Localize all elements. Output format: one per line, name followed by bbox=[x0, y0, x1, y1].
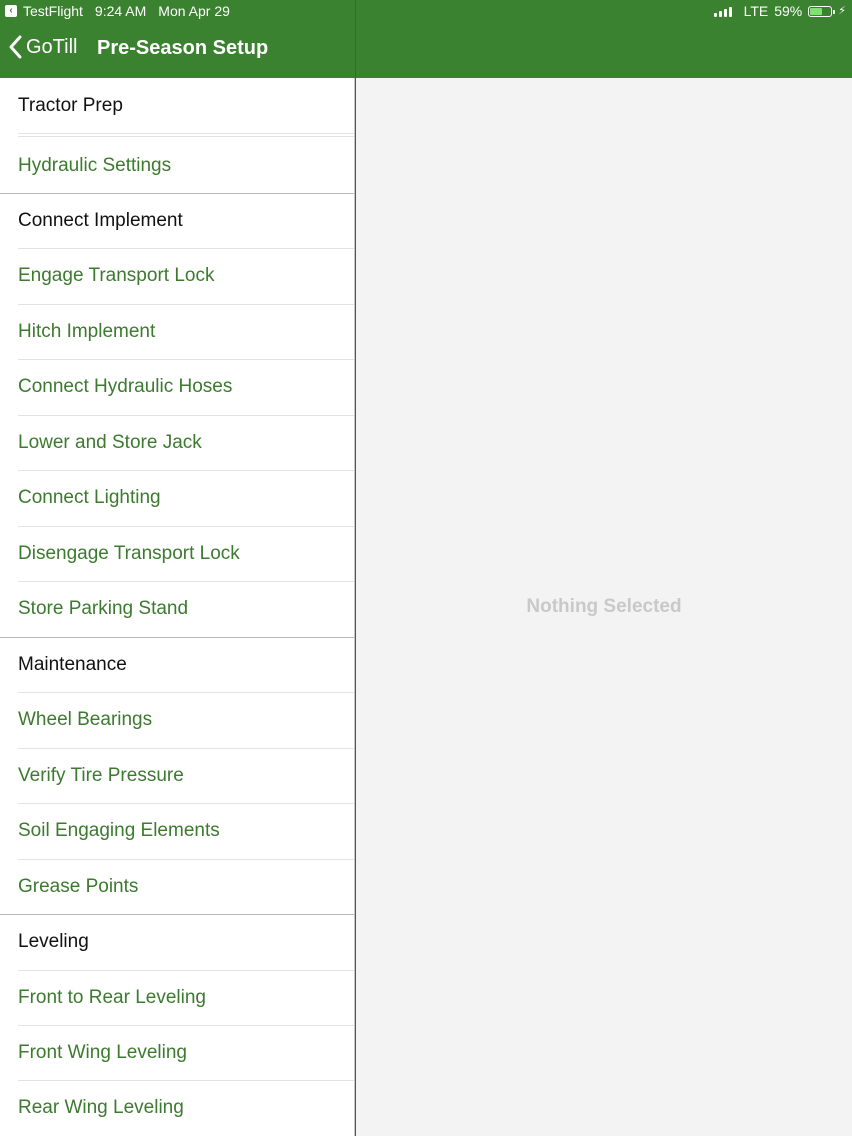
row-separator bbox=[18, 136, 354, 137]
list-item[interactable]: Hydraulic Settings bbox=[0, 138, 354, 193]
list-item[interactable]: Hitch Implement bbox=[0, 304, 354, 359]
list-item[interactable]: Front Wing Leveling bbox=[0, 1025, 354, 1080]
sidebar-list: Tractor Prep Hydraulic Settings Connect Im… bbox=[0, 78, 355, 1136]
list-item-label: Connect Lighting bbox=[18, 487, 161, 508]
detail-empty-message: Nothing Selected bbox=[526, 596, 682, 617]
section-header-label: Tractor Prep bbox=[18, 95, 123, 116]
network-label: LTE bbox=[743, 3, 769, 19]
list-item[interactable]: Disengage Transport Lock bbox=[0, 526, 354, 581]
navigation-bar: ‹ TestFlight 9:24 AM Mon Apr 29 LTE 59% … bbox=[0, 0, 852, 78]
list-item[interactable]: Connect Hydraulic Hoses bbox=[0, 359, 354, 415]
list-item[interactable]: Grease Points bbox=[0, 859, 354, 914]
split-divider bbox=[355, 0, 356, 1136]
list-item-label: Verify Tire Pressure bbox=[18, 765, 184, 786]
list-item[interactable]: Front to Rear Leveling bbox=[0, 970, 354, 1025]
list-item-label: Grease Points bbox=[18, 876, 139, 897]
back-button[interactable]: GoTill bbox=[8, 35, 77, 59]
section-header-label: Connect Implement bbox=[18, 210, 183, 231]
list-item-label: Front Wing Leveling bbox=[18, 1042, 187, 1063]
list-item[interactable]: Soil Engaging Elements bbox=[0, 803, 354, 859]
list-item[interactable]: Rear Wing Leveling bbox=[0, 1080, 354, 1136]
page-title: Pre-Season Setup bbox=[97, 37, 269, 59]
list-item-label: Engage Transport Lock bbox=[18, 265, 215, 286]
list-item-label: Store Parking Stand bbox=[18, 598, 189, 619]
list-item-label: Connect Hydraulic Hoses bbox=[18, 376, 233, 397]
status-app-name[interactable]: TestFlight bbox=[23, 0, 83, 22]
section-header-label: Leveling bbox=[18, 931, 89, 952]
list-item[interactable]: Engage Transport Lock bbox=[0, 248, 354, 304]
back-button-label: GoTill bbox=[26, 35, 78, 58]
list-item[interactable]: Store Parking Stand bbox=[0, 581, 354, 637]
section-header: Connect Implement bbox=[0, 193, 354, 248]
status-time: 9:24 AM bbox=[94, 3, 147, 19]
chevron-left-icon bbox=[9, 35, 22, 59]
back-to-app-icon[interactable]: ‹ bbox=[5, 5, 17, 17]
section-header: Maintenance bbox=[0, 637, 354, 692]
section-header: Leveling bbox=[0, 914, 354, 970]
list-item-label: Lower and Store Jack bbox=[18, 432, 202, 453]
list-item-label: Soil Engaging Elements bbox=[18, 820, 220, 841]
section-header: Tractor Prep bbox=[0, 78, 354, 133]
status-bar: ‹ TestFlight 9:24 AM Mon Apr 29 LTE 59% … bbox=[0, 0, 852, 22]
battery-percent: 59% bbox=[774, 3, 803, 19]
battery-icon bbox=[808, 5, 836, 17]
list-item-label: Hitch Implement bbox=[18, 321, 156, 342]
status-date: Mon Apr 29 bbox=[158, 3, 230, 19]
list-item-label: Front to Rear Leveling bbox=[18, 987, 206, 1008]
section-header-label: Maintenance bbox=[18, 654, 127, 675]
list-item[interactable]: Verify Tire Pressure bbox=[0, 748, 354, 803]
signal-icon bbox=[713, 5, 732, 17]
list-item[interactable]: Wheel Bearings bbox=[0, 692, 354, 748]
list-item[interactable]: Lower and Store Jack bbox=[0, 415, 354, 470]
list-item-label: Disengage Transport Lock bbox=[18, 543, 240, 564]
list-item[interactable]: Connect Lighting bbox=[0, 470, 354, 526]
charging-icon: ⚡ bbox=[838, 5, 846, 17]
list-item-label: Wheel Bearings bbox=[18, 709, 153, 730]
row-separator bbox=[18, 133, 354, 134]
list-item-label: Rear Wing Leveling bbox=[18, 1097, 184, 1118]
list-item-label: Hydraulic Settings bbox=[18, 155, 172, 176]
